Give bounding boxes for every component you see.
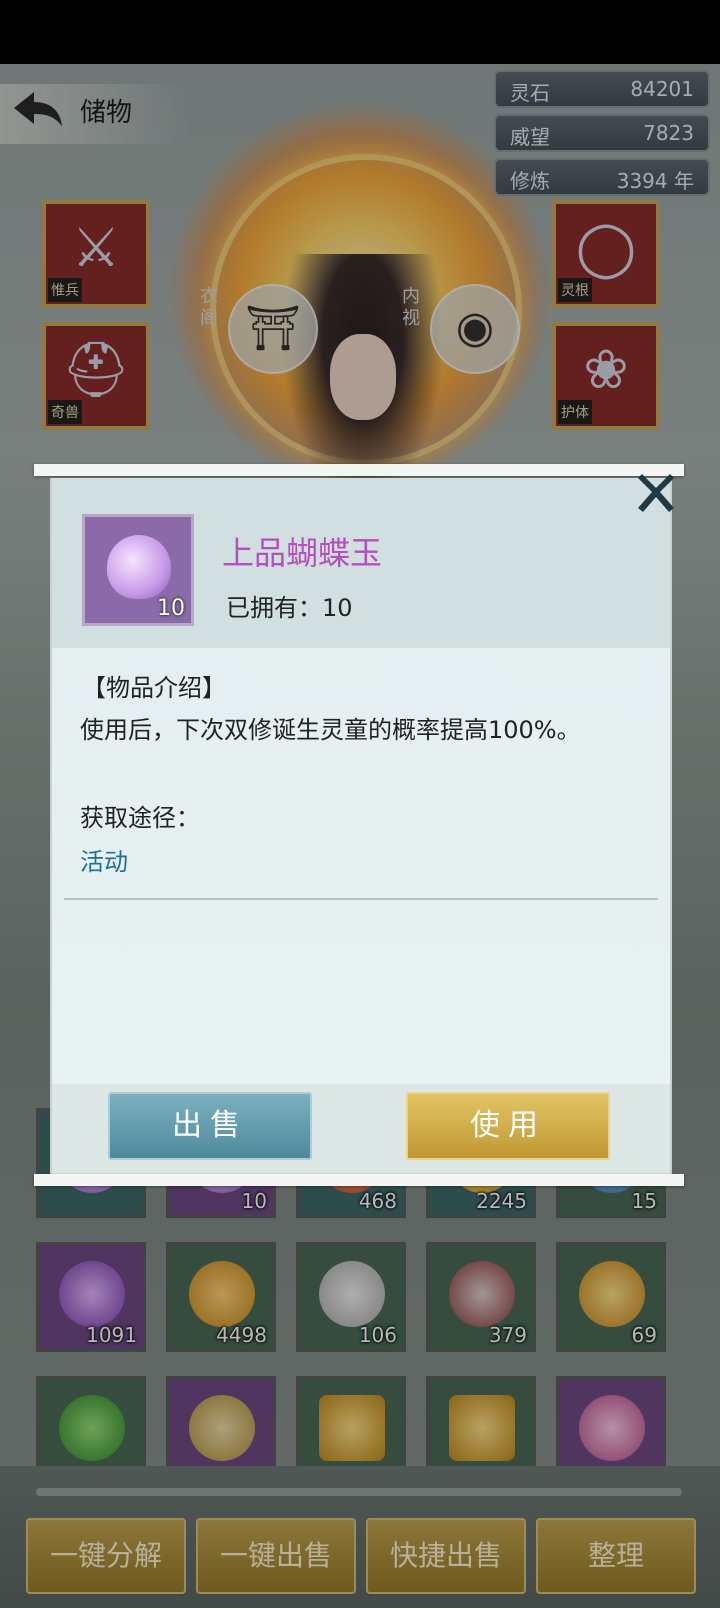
- use-button[interactable]: 使用: [406, 1092, 610, 1160]
- source-heading: 获取途径：: [80, 804, 200, 832]
- intro-heading: 【物品介绍】: [82, 674, 226, 702]
- item-icon-count: 10: [157, 596, 185, 621]
- scroll-rod-top: [34, 464, 684, 476]
- item-detail-dialog: 10 上品蝴蝶玉 已拥有：10 【物品介绍】 使用后，下次双修诞生灵童的概率提高…: [34, 464, 684, 1190]
- dialog-paper: 10 上品蝴蝶玉 已拥有：10 【物品介绍】 使用后，下次双修诞生灵童的概率提高…: [50, 478, 672, 1178]
- item-header: 10 上品蝴蝶玉 已拥有：10: [52, 478, 670, 648]
- divider: [64, 898, 658, 900]
- status-bar: [0, 0, 720, 64]
- sell-button[interactable]: 出售: [108, 1092, 312, 1160]
- close-button[interactable]: [636, 470, 676, 514]
- butterfly-jade-icon: [107, 535, 171, 599]
- source-link[interactable]: 活动: [80, 842, 128, 877]
- scroll-rod-bottom: [34, 1174, 684, 1186]
- item-name: 上品蝴蝶玉: [222, 534, 383, 572]
- item-description: 使用后，下次双修诞生灵童的概率提高100%。: [80, 716, 581, 744]
- item-icon-frame: 10: [82, 514, 194, 626]
- close-icon: [638, 474, 674, 512]
- owned-count: 已拥有：10: [226, 594, 353, 622]
